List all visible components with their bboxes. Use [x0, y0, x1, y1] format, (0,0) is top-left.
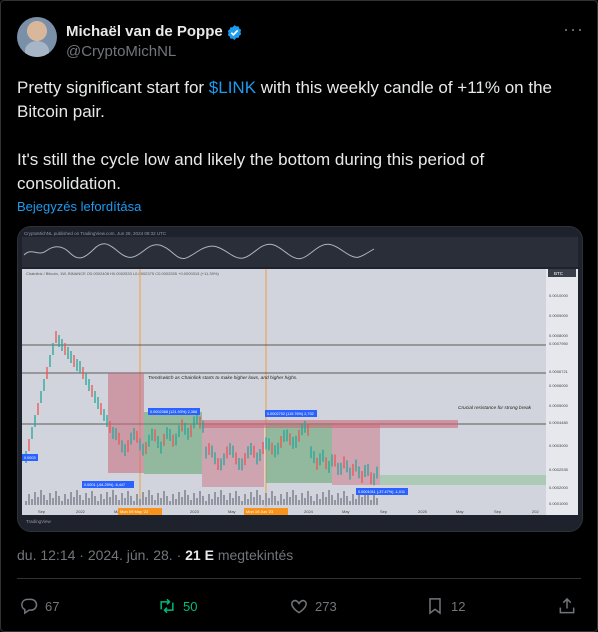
repost-button[interactable]: 50	[157, 596, 197, 616]
svg-text:0.0002702 (115.76%) 2,702: 0.0002702 (115.76%) 2,702	[267, 412, 314, 416]
author-handle[interactable]: @CryptoMichNL	[66, 43, 176, 60]
svg-text:0.0002368 (121.93%) 2,368: 0.0002368 (121.93%) 2,368	[150, 410, 197, 414]
svg-text:CryptoMichNL published on Trad: CryptoMichNL published on TradingView.co…	[24, 231, 167, 236]
price-axis-label: 0.0002000	[549, 485, 569, 490]
price-axis-label: 0.0006721	[549, 369, 569, 374]
reply-button[interactable]: 67	[19, 596, 59, 616]
author-avatar[interactable]	[17, 17, 57, 57]
time-axis-label: 2024	[304, 509, 314, 514]
time-axis-label: 2025	[418, 509, 428, 514]
translate-post-link[interactable]: Bejegyzés lefordítása	[17, 199, 141, 214]
action-bar: 67 50 273 12	[17, 592, 581, 620]
svg-text:BTC: BTC	[554, 271, 564, 276]
time-axis-label: May	[342, 509, 350, 514]
svg-text:Chainlink / Bitcoin, 1W, BINAN: Chainlink / Bitcoin, 1W, BINANCE O0.0002…	[26, 271, 219, 276]
price-axis-label: 0.0007950	[549, 341, 569, 346]
svg-text:Trendswitch as Chainlink start: Trendswitch as Chainlink starts to make …	[148, 375, 298, 381]
price-axis-label: 0.0010000	[549, 293, 569, 298]
svg-text:Crucial resistance for strong: Crucial resistance for strong break	[458, 405, 532, 411]
post-timestamp[interactable]: du. 12:14 · 2024. jún. 28. · 21 E megtek…	[17, 547, 293, 563]
svg-text:0.0001011 (-37.47%) -1,011: 0.0001011 (-37.47%) -1,011	[358, 490, 405, 494]
more-options-icon[interactable]: ···	[563, 20, 584, 38]
reply-icon	[21, 598, 38, 615]
view-count: 21 E	[185, 547, 214, 563]
bookmark-button[interactable]: 12	[425, 596, 465, 616]
chart-svg: CryptoMichNL published on TradingView.co…	[18, 227, 582, 531]
repost-icon	[160, 598, 174, 614]
price-axis-label: 0.0003000	[549, 443, 569, 448]
price-axis-label: 0.0009000	[549, 313, 569, 318]
time-axis-label: Sep	[494, 509, 502, 514]
time-axis-label: May	[456, 509, 464, 514]
svg-text:Mon 19 Jun '23: Mon 19 Jun '23	[246, 509, 274, 514]
time-axis-label: Sep	[380, 509, 388, 514]
price-axis-label: 0.0001000	[549, 501, 569, 506]
post-text: Pretty significant start for $LINK with …	[17, 78, 552, 193]
time-axis-label: 2022	[76, 509, 86, 514]
chart-image[interactable]: CryptoMichNL published on TradingView.co…	[17, 226, 583, 532]
time-axis-label: Sep	[38, 509, 46, 514]
price-axis-label: 0.0008000	[549, 333, 569, 338]
svg-text:0.0003: 0.0003	[24, 456, 36, 460]
share-button[interactable]	[557, 596, 583, 616]
share-icon	[559, 597, 575, 614]
time-axis-label: 2023	[190, 509, 200, 514]
cashtag-link[interactable]: $LINK	[209, 78, 256, 97]
svg-text:TradingView: TradingView	[26, 519, 52, 524]
heart-icon	[291, 599, 307, 614]
price-axis-label: 0.0006000	[549, 383, 569, 388]
divider	[17, 578, 581, 579]
verified-badge-icon	[227, 25, 242, 40]
time-axis-label: May	[228, 509, 236, 514]
time-axis-label: 202	[532, 509, 539, 514]
bookmark-icon	[429, 598, 441, 615]
price-axis-label: 0.0004480	[549, 420, 569, 425]
like-button[interactable]: 273	[289, 596, 337, 616]
author-name[interactable]: Michaël van de Poppe	[66, 23, 223, 40]
svg-text:0.0001 (-64.25%) -6,447: 0.0001 (-64.25%) -6,447	[84, 483, 125, 487]
price-axis-label: 0.0002535	[549, 467, 569, 472]
price-axis-label: 0.0005000	[549, 403, 569, 408]
svg-text:Mon 09 May '22: Mon 09 May '22	[120, 509, 149, 514]
